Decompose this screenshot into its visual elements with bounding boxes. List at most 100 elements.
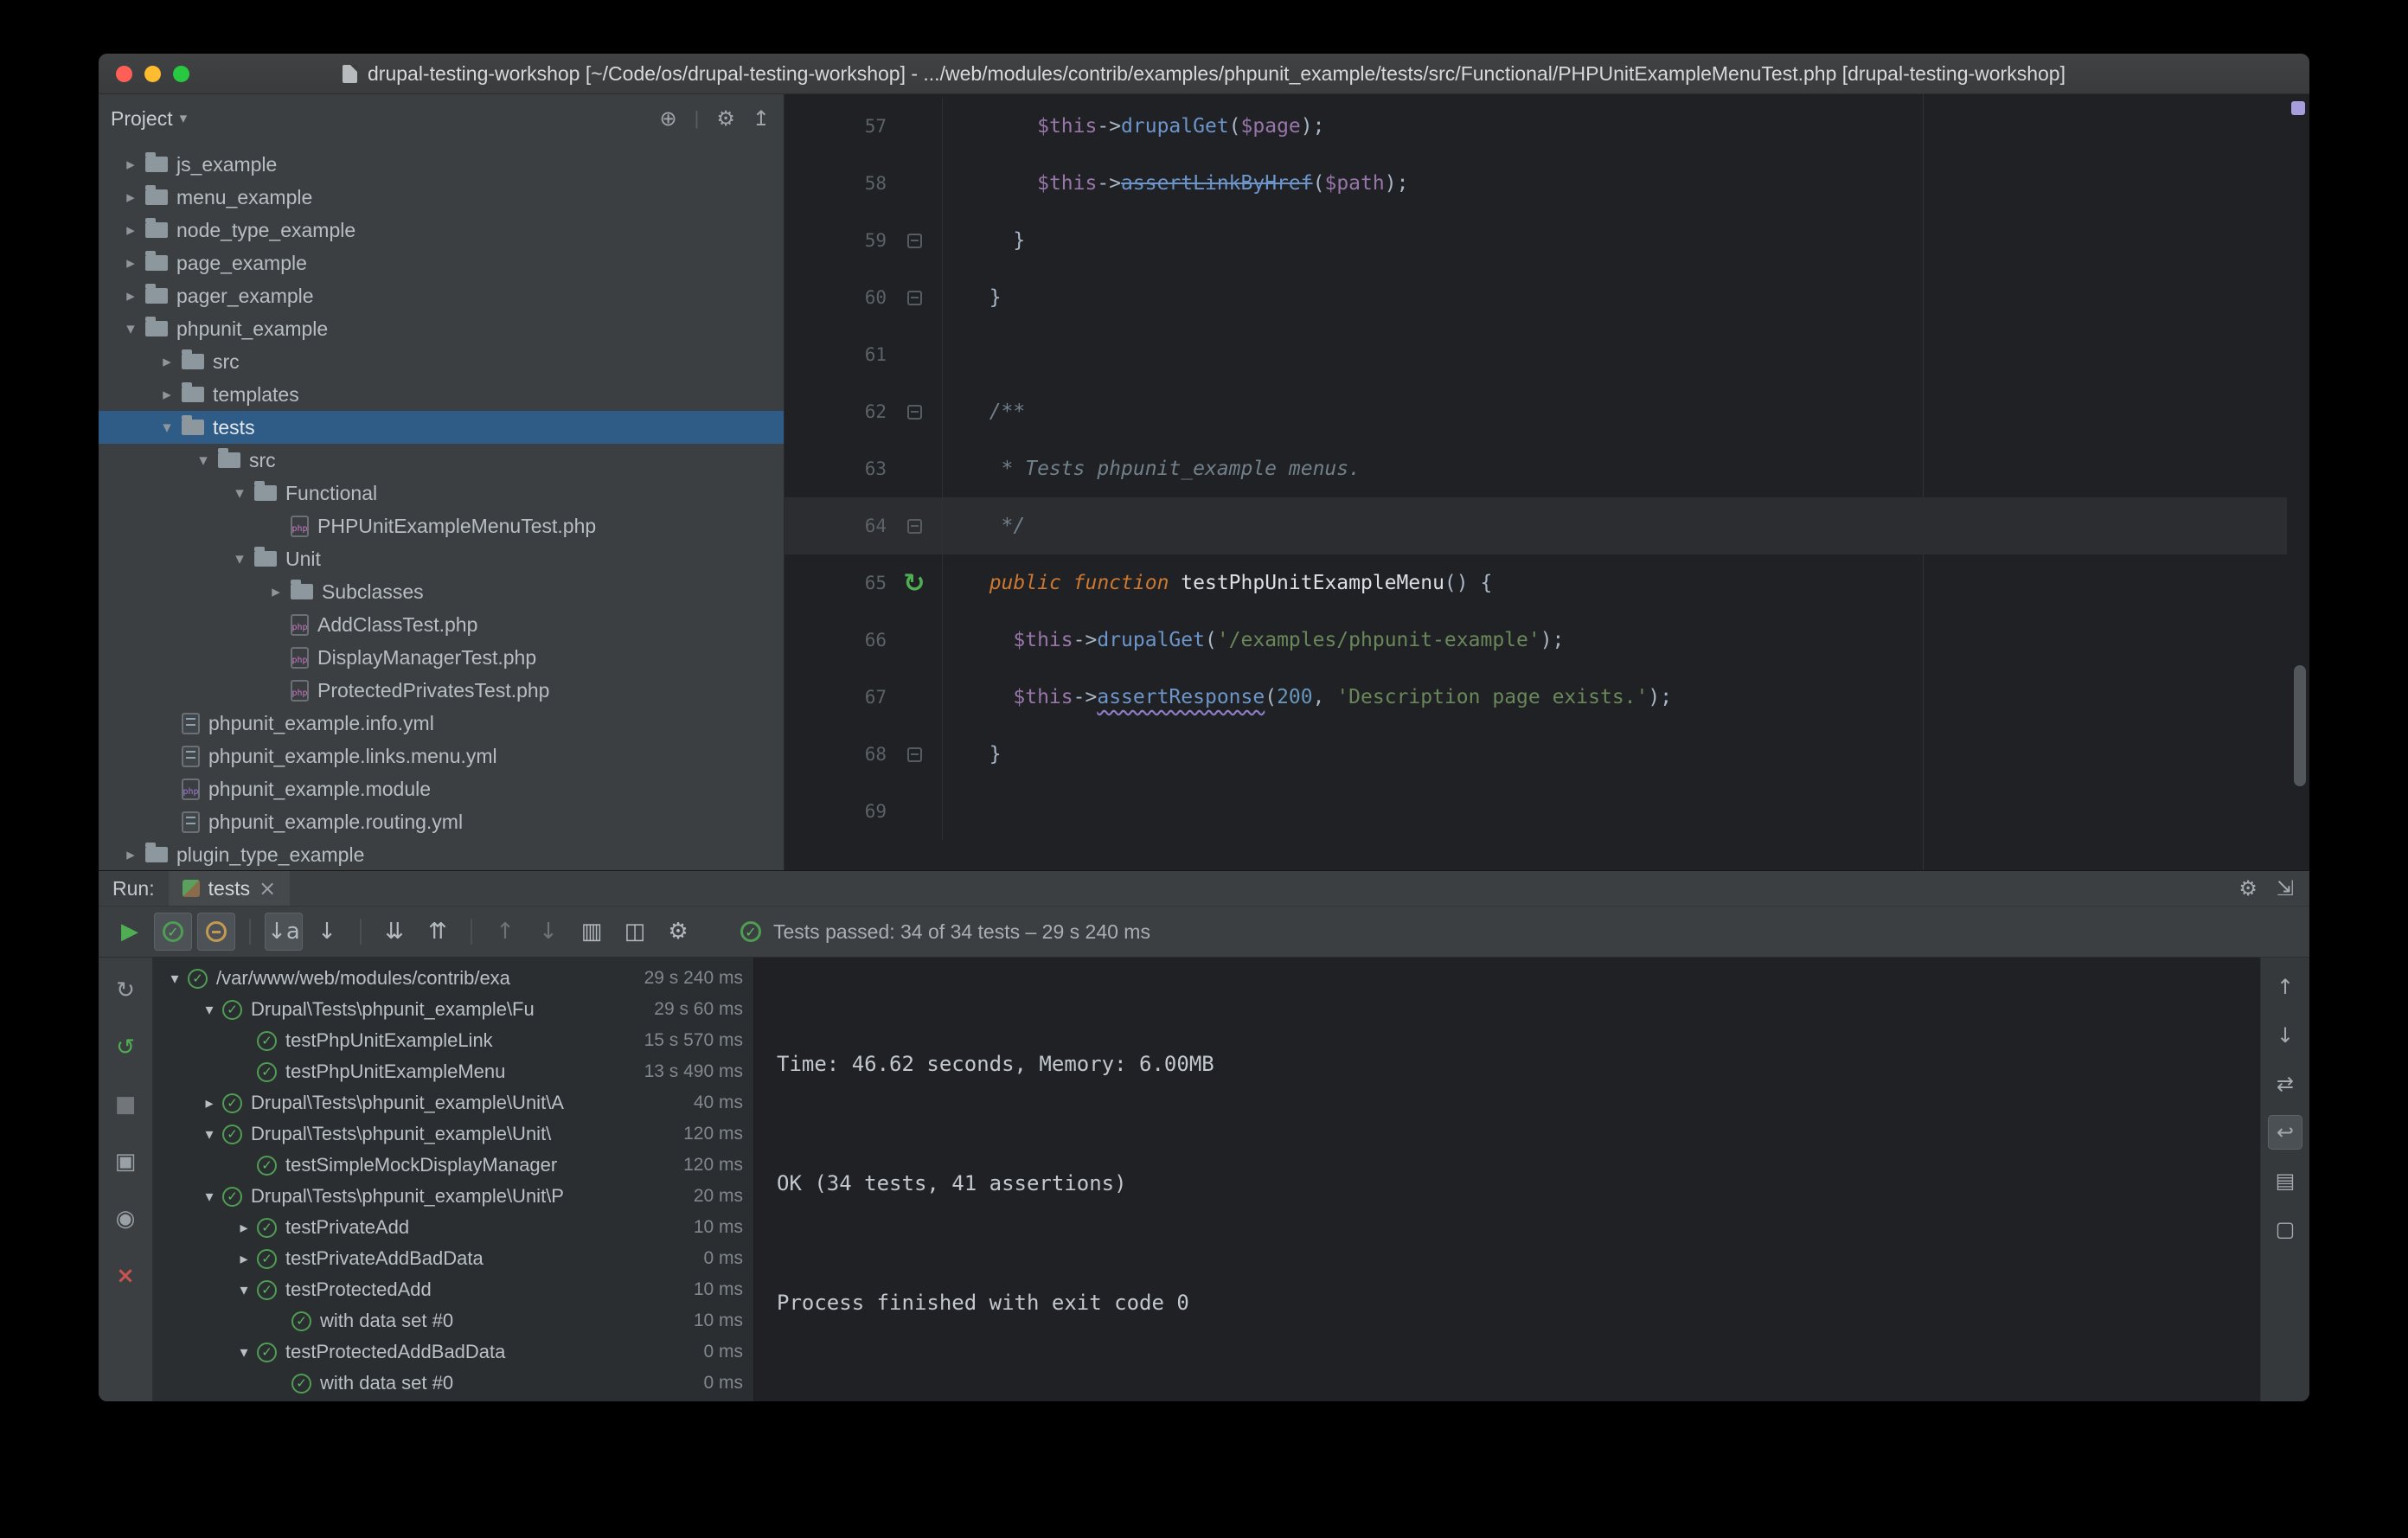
chevron-right-icon[interactable]: ▸ [261,582,291,601]
fold-marker-icon[interactable] [887,269,942,326]
tree-item[interactable]: ▸ node_type_example [99,214,784,247]
code-line[interactable]: 68 } [785,726,2287,783]
code-line[interactable]: 61 [785,326,2287,383]
code-line[interactable]: 67 $this -> assertResponse(200, 'Descripti… [785,669,2287,726]
chevron-down-icon[interactable]: ▾ [189,451,218,470]
test-tree-item[interactable]: ▾ ✓ Drupal\Tests\phpunit_example\Fu 29 s 60… [153,994,753,1025]
tree-item[interactable]: ▾ Functional [99,477,784,509]
stop-icon[interactable]: ■ [108,1087,143,1122]
close-icon[interactable]: × [259,876,276,900]
console-output[interactable]: Time: 46.62 seconds, Memory: 6.00MB OK (… [754,958,2260,1401]
test-settings-button[interactable]: ⚙ [659,913,697,951]
fold-marker-icon[interactable] [887,383,942,440]
editor[interactable]: 57 $this -> drupalGet($page); 58 $this -> ass… [785,94,2309,870]
document-proxy-icon[interactable] [343,64,357,83]
annotation-mark[interactable] [2291,101,2305,115]
soft-wrap-icon[interactable]: ↩ [2268,1115,2302,1150]
expand-all-button[interactable]: ⇊ [375,913,413,951]
chevron-down-icon[interactable]: ▾ [180,110,188,127]
test-tree-item[interactable]: ▾ ✓ Drupal\Tests\phpunit_example\Unit\ 120 … [153,1118,753,1150]
show-passed-toggle[interactable]: ✓ [154,913,192,951]
tree-item[interactable]: ▸ menu_example [99,181,784,214]
test-tree-item[interactable]: ▸ ✓ testPrivateAddBadData 0 ms [153,1243,753,1274]
chevron-down-icon[interactable]: ▾ [225,549,254,568]
run-tab-tests[interactable]: tests × [168,871,291,906]
code-line[interactable]: 58 $this -> assertLinkByHref($path); [785,155,2287,212]
tree-item[interactable]: ▾ phpunit_example [99,312,784,345]
tree-item[interactable]: ▸ page_example [99,247,784,279]
scroll-up-icon[interactable]: ↑ [2268,970,2302,1004]
tree-item[interactable]: ▾ src [99,444,784,477]
code-line[interactable]: 64 */ [785,497,2287,554]
pin-tab-icon[interactable]: ◉ [108,1202,143,1236]
locate-file-icon[interactable]: ⊕ [660,106,677,131]
code-line[interactable]: 63 * Tests phpunit_example menus. [785,440,2287,497]
chevron-right-icon[interactable]: ▸ [116,286,145,305]
chevron-right-icon[interactable]: ▸ [116,221,145,240]
close-window-button[interactable] [116,65,132,82]
chevron-down-icon[interactable]: ▾ [162,970,188,988]
rerun-tests-button[interactable]: ▶ [111,913,149,951]
chevron-right-icon[interactable]: ▸ [231,1219,257,1237]
rerun-failed-tests-icon[interactable]: ↺ [108,1030,143,1065]
chevron-down-icon[interactable]: ▾ [231,1343,257,1362]
fold-marker-icon[interactable] [887,726,942,783]
test-tree-item[interactable]: ✓ testPhpUnitExampleMenu 13 s 490 ms [153,1056,753,1087]
navigate-icon[interactable]: ⇄ [2268,1067,2302,1101]
chevron-down-icon[interactable]: ▾ [225,484,254,503]
project-tree[interactable]: ▸ js_example ▸ menu_example ▸ node_type_examp… [99,143,784,870]
tree-item[interactable]: AddClassTest.php [99,608,784,641]
tree-item[interactable]: ▾ Unit [99,542,784,575]
tree-item[interactable]: ProtectedPrivatesTest.php [99,674,784,707]
test-tree-item[interactable]: ✓ with data set #0 10 ms [153,1305,753,1336]
chevron-right-icon[interactable]: ▸ [116,845,145,864]
chevron-down-icon[interactable]: ▾ [196,1188,222,1206]
test-tree-item[interactable]: ▸ ✓ testPrivateAdd 10 ms [153,1212,753,1243]
chevron-right-icon[interactable]: ▸ [152,352,182,371]
next-failed-test-button[interactable]: ↓ [529,913,567,951]
code-line[interactable]: 65 ↻ public function testPhpUnitExampleMe… [785,554,2287,612]
tree-item[interactable]: phpunit_example.links.menu.yml [99,740,784,772]
collapse-all-button[interactable]: ⇈ [419,913,457,951]
tree-item[interactable]: ▸ plugin_type_example [99,838,784,870]
code-line[interactable]: 59 } [785,212,2287,269]
code-line[interactable]: 57 $this -> drupalGet($page); [785,98,2287,155]
sort-by-duration-toggle[interactable]: ↓ [308,913,346,951]
test-tree-item[interactable]: ✓ with data set #0 0 ms [153,1368,753,1399]
collapse-all-icon[interactable]: ↥ [752,106,770,131]
scroll-down-icon[interactable]: ↓ [2268,1018,2302,1053]
test-results-tree[interactable]: ▾ ✓/var/www/web/modules/contrib/exa 29 s 2… [153,958,754,1401]
chevron-right-icon[interactable]: ▸ [196,1094,222,1112]
settings-gear-icon[interactable]: ⚙ [716,106,735,131]
code-line[interactable]: 66 $this -> drupalGet('/examples/phpunit-e… [785,612,2287,669]
previous-failed-test-button[interactable]: ↑ [486,913,524,951]
tree-item[interactable]: ▾ tests [99,411,784,444]
code-line[interactable]: 62 /** [785,383,2287,440]
tree-item[interactable]: ▸ templates [99,378,784,411]
close-tab-icon[interactable]: × [108,1259,143,1293]
code-line[interactable]: 60 } [785,269,2287,326]
tree-item[interactable]: DisplayManagerTest.php [99,641,784,674]
test-tree-item[interactable]: ▾ ✓ testProtectedAddBadData 0 ms [153,1336,753,1368]
sort-alphabetically-toggle[interactable]: ↓a [265,913,303,951]
project-panel-title[interactable]: Project [111,107,173,131]
chevron-down-icon[interactable]: ▾ [116,319,145,338]
settings-gear-icon[interactable]: ⚙ [2238,876,2258,900]
tree-item[interactable]: ▸ pager_example [99,279,784,312]
chevron-right-icon[interactable]: ▸ [152,385,182,404]
hide-panel-icon[interactable]: ⇲ [2277,876,2294,900]
show-ignored-toggle[interactable] [197,913,235,951]
tree-item[interactable]: PHPUnitExampleMenuTest.php [99,509,784,542]
print-icon[interactable]: ▤ [2268,1163,2302,1198]
chevron-down-icon[interactable]: ▾ [196,1125,222,1144]
fold-marker-icon[interactable] [887,212,942,269]
code-line[interactable]: 69 [785,783,2287,840]
import-test-results-button[interactable]: ▥ [573,913,611,951]
tree-item[interactable]: ▸ Subclasses [99,575,784,608]
test-tree-item[interactable]: ▾ ✓ /var/www/web/modules/contrib/exa 29 s 2… [153,963,753,994]
tree-item[interactable]: ▸ src [99,345,784,378]
scrollbar-thumb[interactable] [2294,665,2306,786]
test-tree-item[interactable]: ▸ ✓ Drupal\Tests\phpunit_example\Unit\A 40 … [153,1087,753,1118]
tree-item[interactable]: phpunit_example.info.yml [99,707,784,740]
chevron-right-icon[interactable]: ▸ [116,155,145,174]
